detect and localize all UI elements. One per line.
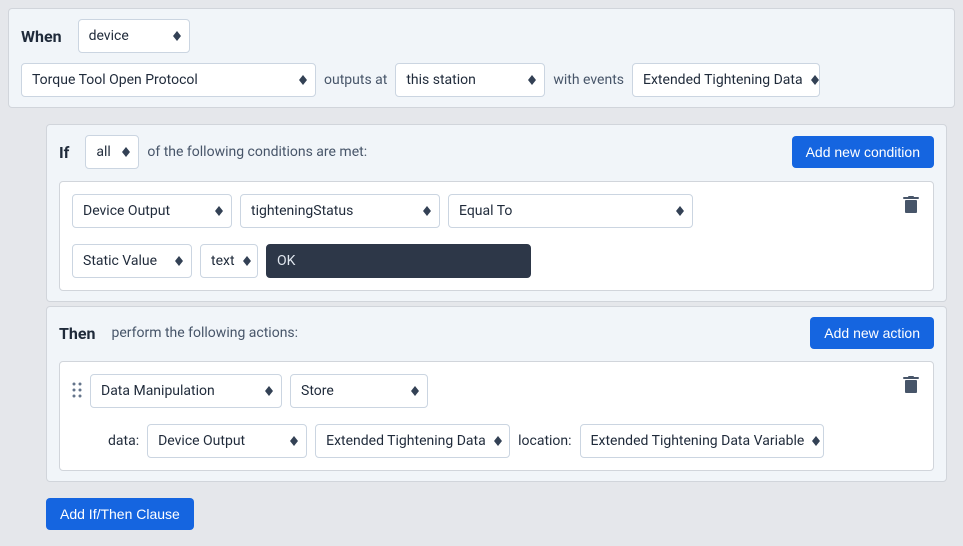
drag-handle[interactable] bbox=[72, 374, 82, 398]
location-value: Extended Tightening Data Variable bbox=[591, 433, 805, 449]
condition-source-select[interactable]: Device Output bbox=[72, 194, 232, 228]
then-suffix: perform the following actions: bbox=[111, 325, 298, 341]
then-clause: Then perform the following actions: Add … bbox=[46, 306, 947, 482]
when-title: When bbox=[21, 27, 62, 46]
data-label: data: bbox=[108, 433, 139, 449]
delete-condition-button[interactable] bbox=[901, 194, 921, 219]
action-category-select[interactable]: Data Manipulation bbox=[90, 374, 282, 408]
drag-icon bbox=[72, 382, 82, 398]
condition-operator-select[interactable]: Equal To bbox=[448, 194, 693, 228]
station-value: this station bbox=[406, 72, 476, 88]
condition-source-value: Device Output bbox=[83, 203, 170, 219]
action-category-value: Data Manipulation bbox=[101, 383, 215, 399]
value-type-value: Static Value bbox=[83, 253, 157, 269]
condition-row: Device Output tighteningStatus bbox=[59, 181, 934, 291]
chevron-sort-icon bbox=[173, 31, 181, 41]
device-protocol-value: Torque Tool Open Protocol bbox=[32, 72, 198, 88]
chevron-sort-icon bbox=[299, 75, 307, 85]
add-action-button[interactable]: Add new action bbox=[810, 317, 934, 349]
value-format-select[interactable]: text bbox=[200, 244, 258, 278]
chevron-sort-icon bbox=[811, 75, 819, 85]
chevron-sort-icon bbox=[215, 206, 223, 216]
action-operation-value: Store bbox=[301, 383, 334, 399]
condition-field-value: tighteningStatus bbox=[251, 203, 353, 219]
chevron-sort-icon bbox=[676, 206, 684, 216]
trash-icon bbox=[903, 196, 919, 214]
outputs-at-label: outputs at bbox=[324, 72, 387, 88]
location-label: location: bbox=[518, 433, 571, 449]
chevron-sort-icon bbox=[122, 147, 130, 157]
condition-value-input[interactable]: OK bbox=[266, 244, 531, 278]
with-events-label: with events bbox=[553, 72, 624, 88]
events-select[interactable]: Extended Tightening Data bbox=[632, 63, 820, 97]
location-select[interactable]: Extended Tightening Data Variable bbox=[580, 424, 824, 458]
condition-operator-value: Equal To bbox=[459, 203, 512, 219]
if-title: If bbox=[59, 143, 69, 162]
data-field-select[interactable]: Extended Tightening Data bbox=[315, 424, 510, 458]
chevron-sort-icon bbox=[265, 386, 273, 396]
data-source-value: Device Output bbox=[158, 433, 245, 449]
chevron-sort-icon bbox=[812, 436, 820, 446]
trash-icon bbox=[903, 376, 919, 394]
action-row: Data Manipulation Store bbox=[59, 361, 934, 471]
chevron-sort-icon bbox=[290, 436, 298, 446]
chevron-sort-icon bbox=[243, 256, 251, 266]
data-source-select[interactable]: Device Output bbox=[147, 424, 307, 458]
if-mode-select[interactable]: all bbox=[85, 135, 139, 169]
chevron-sort-icon bbox=[494, 436, 502, 446]
if-clause: If all of the following conditions are m… bbox=[46, 124, 947, 302]
then-title: Then bbox=[59, 324, 95, 343]
station-select[interactable]: this station bbox=[395, 63, 545, 97]
chevron-sort-icon bbox=[411, 386, 419, 396]
value-type-select[interactable]: Static Value bbox=[72, 244, 192, 278]
when-panel: When device Torque Tool Open Protocol ou… bbox=[8, 8, 955, 108]
chevron-sort-icon bbox=[175, 256, 183, 266]
device-protocol-select[interactable]: Torque Tool Open Protocol bbox=[21, 63, 316, 97]
data-field-value: Extended Tightening Data bbox=[326, 433, 486, 449]
value-format-value: text bbox=[211, 253, 235, 269]
action-operation-select[interactable]: Store bbox=[290, 374, 428, 408]
events-value: Extended Tightening Data bbox=[643, 72, 803, 88]
condition-value-text: OK bbox=[277, 253, 295, 269]
add-if-then-clause-button[interactable]: Add If/Then Clause bbox=[46, 498, 194, 530]
chevron-sort-icon bbox=[528, 75, 536, 85]
condition-field-select[interactable]: tighteningStatus bbox=[240, 194, 440, 228]
add-condition-button[interactable]: Add new condition bbox=[792, 136, 934, 168]
when-subject-value: device bbox=[89, 28, 129, 44]
delete-action-button[interactable] bbox=[901, 374, 921, 399]
if-mode-value: all bbox=[96, 144, 110, 160]
chevron-sort-icon bbox=[423, 206, 431, 216]
when-subject-select[interactable]: device bbox=[78, 19, 190, 53]
if-suffix: of the following conditions are met: bbox=[147, 144, 367, 160]
